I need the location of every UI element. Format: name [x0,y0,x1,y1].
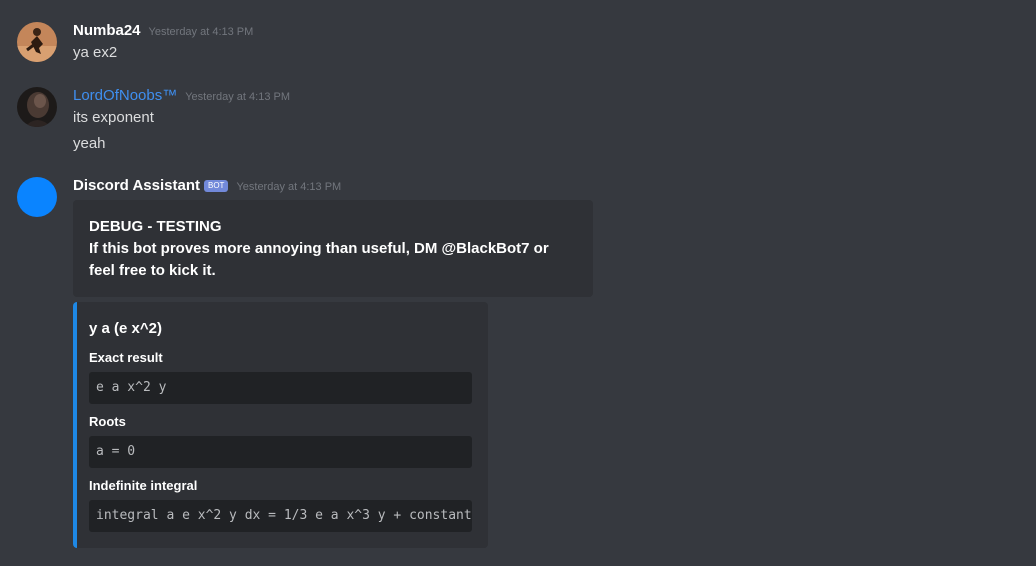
message-text: ya ex2 [73,44,118,61]
message-text: its exponent [73,109,154,126]
bot-tag-badge: BOT [203,180,229,192]
code-block-indefinite-integral: integral a e x^2 y dx = 1/3 e a x^3 y + … [89,500,472,532]
chat-messages: Numba24 Yesterday at 4:13 PM ya ex2 Lord… [0,0,1036,566]
embed-description: If this bot proves more annoying than us… [89,240,549,279]
field-name-indefinite-integral: Indefinite integral [89,478,198,493]
avatar-lordofnoobs[interactable] [17,87,57,127]
embed-title: y a (e x^2) [89,320,162,337]
user-avatar-icon [17,22,57,62]
user-avatar-icon [17,87,57,127]
code-block-exact-result: e a x^2 y [89,372,472,404]
username[interactable]: Numba24 [73,22,141,39]
field-name-roots: Roots [89,414,126,429]
code-block-roots: a = 0 [89,436,472,468]
field-name-exact-result: Exact result [89,350,163,365]
username[interactable]: LordOfNoobs™ [73,87,177,104]
embed-title: DEBUG - TESTING [89,218,222,235]
username[interactable]: Discord Assistant [73,177,200,194]
message-text: yeah [73,135,106,152]
timestamp: Yesterday at 4:13 PM [185,91,290,103]
bot-avatar-icon[interactable] [17,177,57,217]
timestamp: Yesterday at 4:13 PM [236,181,342,193]
timestamp: Yesterday at 4:13 PM [148,26,254,38]
message-header: LordOfNoobs™ Yesterday at 4:13 PM [73,87,290,107]
message-header: Numba24 Yesterday at 4:13 PM [73,22,253,42]
math-result-embed: y a (e x^2) Exact result e a x^2 y Roots… [73,302,488,548]
debug-embed: DEBUG - TESTING If this bot proves more … [73,200,593,297]
message-header: Discord Assistant BOT Yesterday at 4:13 … [73,177,341,197]
avatar-numba24[interactable] [17,22,57,62]
